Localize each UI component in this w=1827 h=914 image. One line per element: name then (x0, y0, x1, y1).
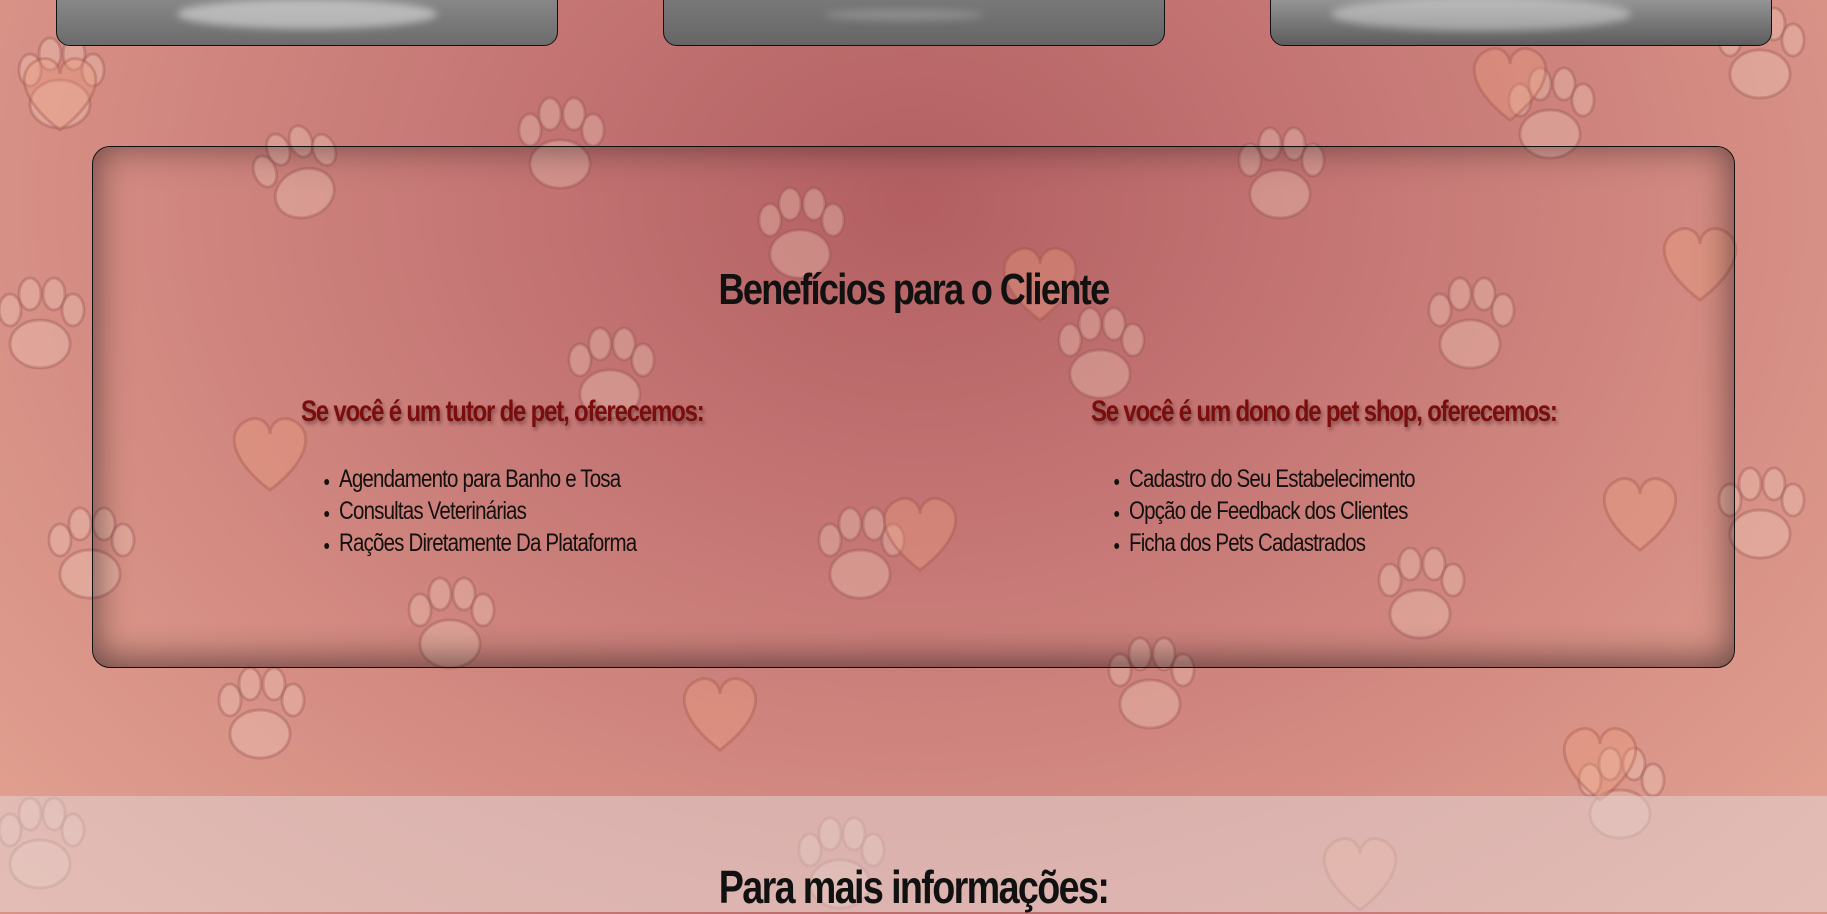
contact-section: Para mais informações: (0, 796, 1827, 913)
list-item: Rações Diretamente Da Plataforma (339, 527, 734, 559)
tutor-benefits-column: Se você é um tutor de pet, oferecemos: A… (301, 395, 821, 559)
shop-owner-benefits-list: Cadastro do Seu Estabelecimento Opção de… (1091, 463, 1651, 559)
pet-photo-card (663, 0, 1165, 46)
list-item: Opção de Feedback dos Clientes (1129, 495, 1557, 527)
tutor-benefits-heading: Se você é um tutor de pet, oferecemos: (301, 395, 705, 428)
paw-icon (0, 276, 86, 370)
shop-owner-benefits-column: Se você é um dono de pet shop, oferecemo… (1091, 395, 1651, 559)
list-item: Consultas Veterinárias (339, 495, 734, 527)
pet-photo-card (56, 0, 558, 46)
heart-icon (682, 677, 758, 752)
list-item: Ficha dos Pets Cadastrados (1129, 527, 1557, 559)
heart-icon (1472, 47, 1548, 122)
contact-title: Para mais informações: (718, 861, 1110, 913)
list-item: Agendamento para Banho e Tosa (339, 463, 734, 495)
tutor-benefits-list: Agendamento para Banho e Tosa Consultas … (301, 463, 821, 559)
paw-icon (217, 666, 306, 760)
list-item: Cadastro do Seu Estabelecimento (1129, 463, 1557, 495)
benefits-section: Benefícios para o Cliente Se você é um t… (92, 146, 1735, 668)
benefits-title: Benefícios para o Cliente (718, 265, 1110, 314)
shop-owner-benefits-heading: Se você é um dono de pet shop, oferecemo… (1091, 395, 1558, 428)
pet-photo-card (1270, 0, 1772, 46)
